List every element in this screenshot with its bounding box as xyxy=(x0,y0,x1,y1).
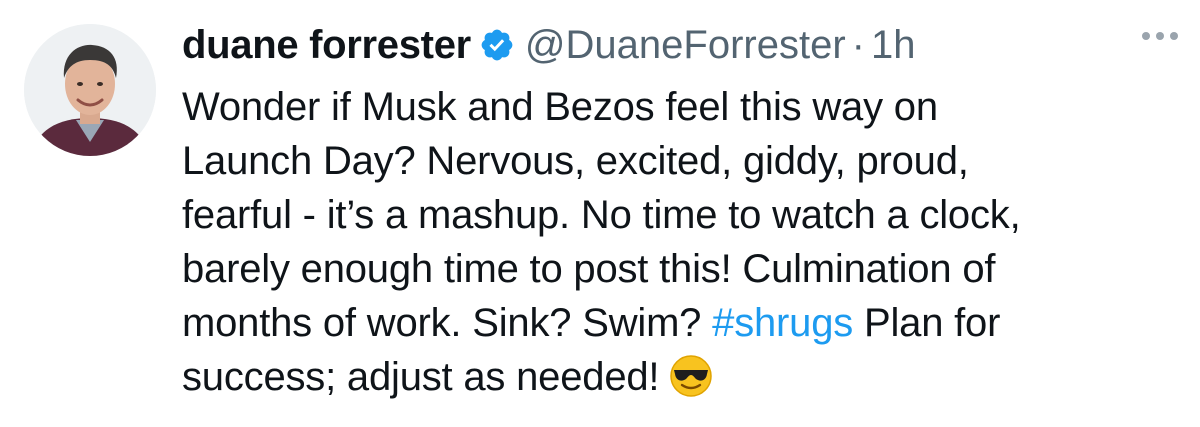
tweet-text-line: success; adjust as needed! xyxy=(182,350,1142,404)
tweet-text-line: Wonder if Musk and Bezos feel this way o… xyxy=(182,85,938,129)
sunglasses-emoji-icon xyxy=(669,354,713,398)
tweet-header: duane forrester @DuaneForrester · 1h xyxy=(182,14,1142,76)
more-options-icon[interactable] xyxy=(1142,32,1178,40)
tweet-text-segment: Plan for xyxy=(853,301,1001,345)
display-name[interactable]: duane forrester xyxy=(182,23,471,68)
separator-dot: · xyxy=(851,22,865,67)
tweet-card[interactable]: duane forrester @DuaneForrester · 1h Won… xyxy=(0,0,1200,427)
more-dot xyxy=(1142,32,1150,40)
hashtag-link[interactable]: #shrugs xyxy=(712,301,853,345)
tweet-text-segment: months of work. Sink? Swim? xyxy=(182,301,713,345)
tweet-text-line: fearful - it’s a mashup. No time to watc… xyxy=(182,193,1021,237)
tweet-text-line: Launch Day? Nervous, excited, giddy, pro… xyxy=(182,139,969,183)
user-handle[interactable]: @DuaneForrester xyxy=(525,23,846,68)
verified-icon[interactable] xyxy=(479,27,515,63)
timestamp[interactable]: 1h xyxy=(871,23,916,68)
tweet-text-segment: success; adjust as needed! xyxy=(182,355,660,399)
tweet-text: Wonder if Musk and Bezos feel this way o… xyxy=(182,80,1142,404)
tweet-text-line: barely enough time to post this! Culmina… xyxy=(182,247,996,291)
tweet-content: duane forrester @DuaneForrester · 1h Won… xyxy=(182,14,1142,404)
tweet-text-line: months of work. Sink? Swim? #shrugs Plan… xyxy=(182,296,1142,350)
more-dot xyxy=(1170,32,1178,40)
avatar[interactable] xyxy=(24,24,156,156)
more-dot xyxy=(1156,32,1164,40)
